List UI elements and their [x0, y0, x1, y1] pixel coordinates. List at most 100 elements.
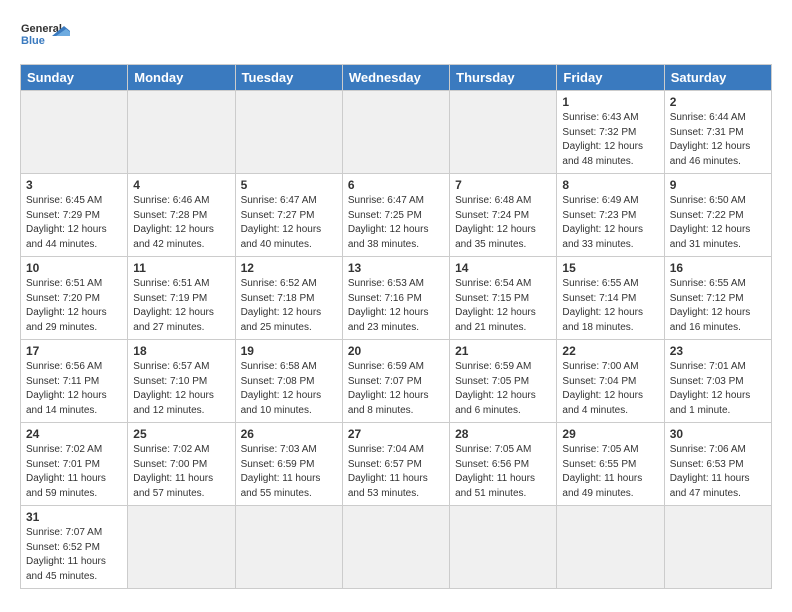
calendar-cell: 13 Sunrise: 6:53 AM Sunset: 7:16 PM Dayli…	[342, 257, 449, 340]
day-number: 25	[133, 427, 229, 441]
day-info: Sunrise: 7:07 AM Sunset: 6:52 PM Dayligh…	[26, 526, 122, 584]
calendar-cell: 10 Sunrise: 6:51 AM Sunset: 7:20 PM Dayli…	[21, 257, 128, 340]
calendar-cell	[128, 506, 235, 589]
weekday-header-friday: Friday	[557, 65, 664, 91]
day-number: 29	[562, 427, 658, 441]
day-info: Sunrise: 6:47 AM Sunset: 7:25 PM Dayligh…	[348, 194, 444, 252]
calendar-cell: 26Sunrise: 7:03 AM Sunset: 6:59 PM Dayli…	[235, 423, 342, 506]
day-number: 24	[26, 427, 122, 441]
day-number: 17	[26, 344, 122, 358]
day-info: Sunrise: 7:05 AM Sunset: 6:55 PM Dayligh…	[562, 443, 658, 501]
calendar-cell: 19 Sunrise: 6:58 AM Sunset: 7:08 PM Dayli…	[235, 340, 342, 423]
day-number: 27	[348, 427, 444, 441]
calendar-cell: 22 Sunrise: 7:00 AM Sunset: 7:04 PM Dayli…	[557, 340, 664, 423]
day-number: 10	[26, 261, 122, 275]
day-number: 19	[241, 344, 337, 358]
calendar-week-row: 24 Sunrise: 7:02 AM Sunset: 7:01 PM Dayli…	[21, 423, 772, 506]
calendar-cell	[235, 91, 342, 174]
calendar-week-row: 3Sunrise: 6:45 AM Sunset: 7:29 PM Daylig…	[21, 174, 772, 257]
day-info: Sunrise: 7:06 AM Sunset: 6:53 PM Dayligh…	[670, 443, 766, 501]
calendar-week-row: 1Sunrise: 6:43 AM Sunset: 7:32 PM Daylig…	[21, 91, 772, 174]
calendar-cell	[342, 91, 449, 174]
calendar-cell: 11 Sunrise: 6:51 AM Sunset: 7:19 PM Dayli…	[128, 257, 235, 340]
calendar-cell: 12 Sunrise: 6:52 AM Sunset: 7:18 PM Dayli…	[235, 257, 342, 340]
day-info: Sunrise: 6:54 AM Sunset: 7:15 PM Dayligh…	[455, 277, 551, 335]
weekday-header-row: SundayMondayTuesdayWednesdayThursdayFrid…	[21, 65, 772, 91]
day-number: 30	[670, 427, 766, 441]
day-number: 20	[348, 344, 444, 358]
calendar-cell: 23Sunrise: 7:01 AM Sunset: 7:03 PM Dayli…	[664, 340, 771, 423]
calendar-cell: 3Sunrise: 6:45 AM Sunset: 7:29 PM Daylig…	[21, 174, 128, 257]
calendar-cell: 31 Sunrise: 7:07 AM Sunset: 6:52 PM Dayli…	[21, 506, 128, 589]
day-info: Sunrise: 6:57 AM Sunset: 7:10 PM Dayligh…	[133, 360, 229, 418]
calendar-table: SundayMondayTuesdayWednesdayThursdayFrid…	[20, 64, 772, 589]
day-number: 5	[241, 178, 337, 192]
calendar-cell	[342, 506, 449, 589]
calendar-cell: 29 Sunrise: 7:05 AM Sunset: 6:55 PM Dayli…	[557, 423, 664, 506]
weekday-header-thursday: Thursday	[450, 65, 557, 91]
day-info: Sunrise: 7:02 AM Sunset: 7:01 PM Dayligh…	[26, 443, 122, 501]
day-number: 14	[455, 261, 551, 275]
day-info: Sunrise: 6:51 AM Sunset: 7:19 PM Dayligh…	[133, 277, 229, 335]
day-number: 31	[26, 510, 122, 524]
day-number: 7	[455, 178, 551, 192]
day-info: Sunrise: 7:01 AM Sunset: 7:03 PM Dayligh…	[670, 360, 766, 418]
calendar-week-row: 10 Sunrise: 6:51 AM Sunset: 7:20 PM Dayli…	[21, 257, 772, 340]
logo: General Blue	[20, 16, 70, 58]
weekday-header-saturday: Saturday	[664, 65, 771, 91]
day-info: Sunrise: 6:50 AM Sunset: 7:22 PM Dayligh…	[670, 194, 766, 252]
day-info: Sunrise: 6:58 AM Sunset: 7:08 PM Dayligh…	[241, 360, 337, 418]
day-number: 8	[562, 178, 658, 192]
weekday-header-tuesday: Tuesday	[235, 65, 342, 91]
calendar-cell: 7 Sunrise: 6:48 AM Sunset: 7:24 PM Daylig…	[450, 174, 557, 257]
day-number: 28	[455, 427, 551, 441]
day-info: Sunrise: 7:04 AM Sunset: 6:57 PM Dayligh…	[348, 443, 444, 501]
calendar-cell: 24 Sunrise: 7:02 AM Sunset: 7:01 PM Dayli…	[21, 423, 128, 506]
calendar-cell	[450, 91, 557, 174]
calendar-cell	[21, 91, 128, 174]
day-info: Sunrise: 6:49 AM Sunset: 7:23 PM Dayligh…	[562, 194, 658, 252]
day-info: Sunrise: 6:48 AM Sunset: 7:24 PM Dayligh…	[455, 194, 551, 252]
calendar-week-row: 31 Sunrise: 7:07 AM Sunset: 6:52 PM Dayli…	[21, 506, 772, 589]
calendar-cell: 16Sunrise: 6:55 AM Sunset: 7:12 PM Dayli…	[664, 257, 771, 340]
day-number: 22	[562, 344, 658, 358]
day-number: 6	[348, 178, 444, 192]
calendar-cell: 9 Sunrise: 6:50 AM Sunset: 7:22 PM Daylig…	[664, 174, 771, 257]
day-number: 13	[348, 261, 444, 275]
day-number: 11	[133, 261, 229, 275]
logo-svg: General Blue	[20, 16, 70, 58]
day-info: Sunrise: 6:47 AM Sunset: 7:27 PM Dayligh…	[241, 194, 337, 252]
day-info: Sunrise: 7:00 AM Sunset: 7:04 PM Dayligh…	[562, 360, 658, 418]
day-number: 21	[455, 344, 551, 358]
calendar-cell: 28 Sunrise: 7:05 AM Sunset: 6:56 PM Dayli…	[450, 423, 557, 506]
day-number: 26	[241, 427, 337, 441]
calendar-cell: 18Sunrise: 6:57 AM Sunset: 7:10 PM Dayli…	[128, 340, 235, 423]
day-info: Sunrise: 7:02 AM Sunset: 7:00 PM Dayligh…	[133, 443, 229, 501]
calendar-cell: 21 Sunrise: 6:59 AM Sunset: 7:05 PM Dayli…	[450, 340, 557, 423]
weekday-header-wednesday: Wednesday	[342, 65, 449, 91]
calendar-cell: 15Sunrise: 6:55 AM Sunset: 7:14 PM Dayli…	[557, 257, 664, 340]
calendar-cell: 5 Sunrise: 6:47 AM Sunset: 7:27 PM Daylig…	[235, 174, 342, 257]
day-info: Sunrise: 6:51 AM Sunset: 7:20 PM Dayligh…	[26, 277, 122, 335]
day-info: Sunrise: 6:59 AM Sunset: 7:05 PM Dayligh…	[455, 360, 551, 418]
calendar-cell: 20 Sunrise: 6:59 AM Sunset: 7:07 PM Dayli…	[342, 340, 449, 423]
calendar-cell: 14 Sunrise: 6:54 AM Sunset: 7:15 PM Dayli…	[450, 257, 557, 340]
calendar-cell	[664, 506, 771, 589]
day-info: Sunrise: 6:55 AM Sunset: 7:14 PM Dayligh…	[562, 277, 658, 335]
day-info: Sunrise: 7:05 AM Sunset: 6:56 PM Dayligh…	[455, 443, 551, 501]
calendar-cell: 6 Sunrise: 6:47 AM Sunset: 7:25 PM Daylig…	[342, 174, 449, 257]
day-info: Sunrise: 6:52 AM Sunset: 7:18 PM Dayligh…	[241, 277, 337, 335]
svg-text:Blue: Blue	[21, 35, 45, 47]
calendar-cell	[557, 506, 664, 589]
day-number: 12	[241, 261, 337, 275]
day-number: 9	[670, 178, 766, 192]
day-info: Sunrise: 6:43 AM Sunset: 7:32 PM Dayligh…	[562, 111, 658, 169]
day-info: Sunrise: 6:53 AM Sunset: 7:16 PM Dayligh…	[348, 277, 444, 335]
calendar-cell: 17 Sunrise: 6:56 AM Sunset: 7:11 PM Dayli…	[21, 340, 128, 423]
day-number: 4	[133, 178, 229, 192]
weekday-header-sunday: Sunday	[21, 65, 128, 91]
calendar-cell: 1Sunrise: 6:43 AM Sunset: 7:32 PM Daylig…	[557, 91, 664, 174]
day-info: Sunrise: 6:59 AM Sunset: 7:07 PM Dayligh…	[348, 360, 444, 418]
day-info: Sunrise: 6:44 AM Sunset: 7:31 PM Dayligh…	[670, 111, 766, 169]
day-info: Sunrise: 6:56 AM Sunset: 7:11 PM Dayligh…	[26, 360, 122, 418]
